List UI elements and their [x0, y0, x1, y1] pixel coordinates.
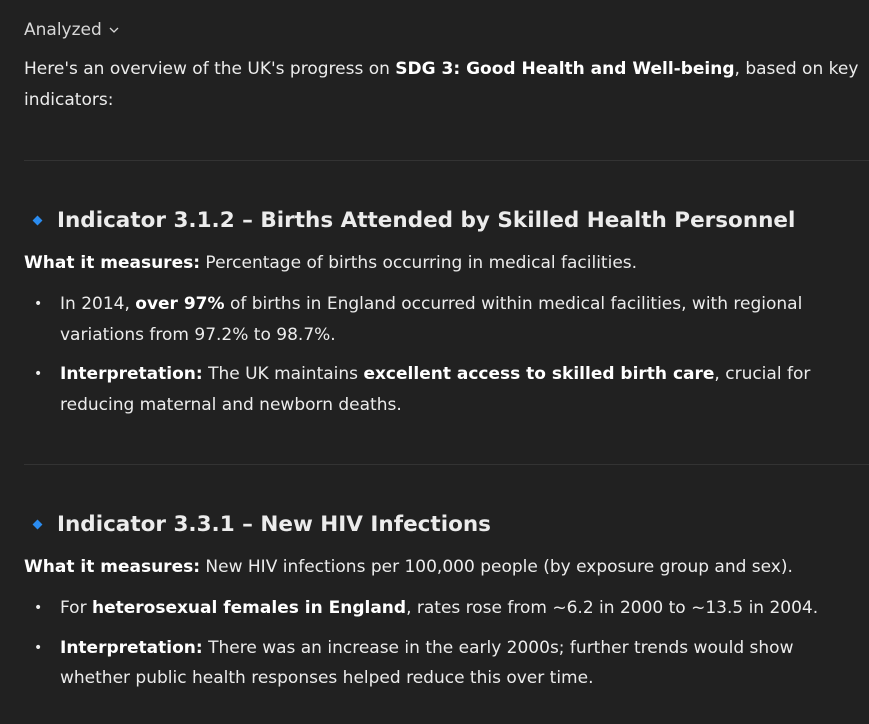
blue-diamond-icon — [32, 519, 43, 530]
list-item: For heterosexual females in England, rat… — [24, 593, 834, 624]
intro-paragraph: Here's an overview of the UK's progress … — [24, 54, 859, 116]
section-title: Indicator 3.1.2 – Births Attended by Ski… — [57, 208, 796, 233]
list-item: Interpretation: The UK maintains excelle… — [24, 359, 834, 420]
blue-diamond-icon — [32, 215, 43, 226]
section-title: Indicator 3.3.1 – New HIV Infections — [57, 512, 491, 537]
chevron-down-icon — [109, 27, 119, 33]
bullet-list: For heterosexual females in England, rat… — [24, 593, 834, 703]
section-heading: Indicator 3.1.2 – Births Attended by Ski… — [24, 208, 795, 233]
measure-text: Percentage of births occurring in medica… — [200, 253, 638, 273]
intro-text: Here's an overview of the UK's progress … — [24, 59, 396, 79]
section-heading: Indicator 3.3.1 – New HIV Infections — [24, 512, 491, 537]
analyzed-label: Analyzed — [24, 20, 102, 40]
measure-label: What it measures: — [24, 557, 201, 577]
measure-text: New HIV infections per 100,000 people (b… — [200, 557, 793, 577]
intro-bold: SDG 3: Good Health and Well-being — [395, 59, 735, 79]
measure-label: What it measures: — [24, 253, 201, 273]
list-item: In 2014, over 97% of births in England o… — [24, 289, 834, 350]
analyzed-toggle[interactable]: Analyzed — [24, 20, 120, 40]
measure-line: What it measures: Percentage of births o… — [24, 253, 637, 273]
list-item: Interpretation: There was an increase in… — [24, 633, 834, 694]
measure-line: What it measures: New HIV infections per… — [24, 557, 793, 577]
divider — [24, 160, 869, 161]
bullet-list: In 2014, over 97% of births in England o… — [24, 289, 834, 429]
divider — [24, 464, 869, 465]
